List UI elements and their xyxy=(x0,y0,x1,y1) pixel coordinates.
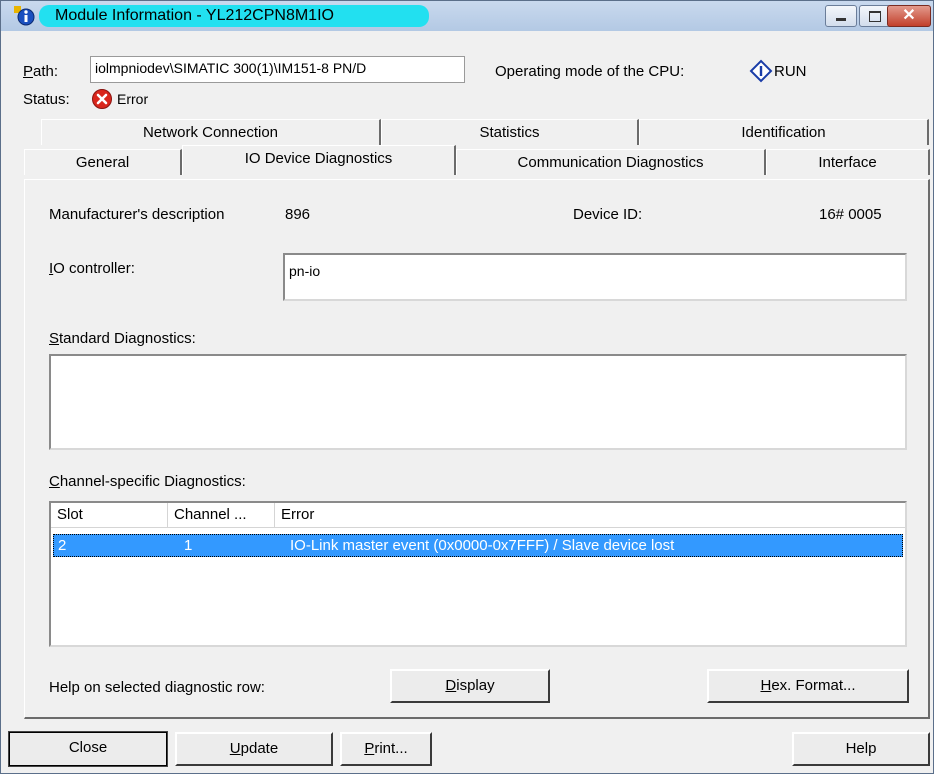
row-error: IO-Link master event (0x0000-0x7FFF) / S… xyxy=(290,537,675,554)
manufacturer-label: Manufacturer's description xyxy=(49,206,225,223)
tab-statistics[interactable]: Statistics xyxy=(381,119,639,145)
table-row[interactable]: 2 1 IO-Link master event (0x0000-0x7FFF)… xyxy=(53,534,903,557)
tab-general[interactable]: General xyxy=(24,149,182,175)
standard-diagnostics-field[interactable] xyxy=(49,354,907,450)
minimize-button[interactable] xyxy=(825,5,857,27)
io-controller-label: IO controller: xyxy=(49,260,135,277)
path-label: Path: xyxy=(23,63,59,80)
module-information-window: Module Information - YL212CPN8M1IO ✕ Pat… xyxy=(0,0,934,774)
help-row-label: Help on selected diagnostic row: xyxy=(49,679,265,696)
run-mode-icon xyxy=(749,59,773,87)
path-field[interactable]: iolmpniodev\SIMATIC 300(1)\IM151-8 PN/D xyxy=(90,56,465,83)
standard-diagnostics-label: Standard Diagnostics: xyxy=(49,330,196,347)
close-button[interactable]: Close xyxy=(8,731,168,767)
channel-diagnostics-label: Channel-specific Diagnostics: xyxy=(49,473,246,490)
maximize-icon xyxy=(869,10,881,22)
column-header-slot[interactable]: Slot xyxy=(51,503,168,527)
tab-io-device-diagnostics[interactable]: IO Device Diagnostics xyxy=(182,145,456,175)
tab-identification[interactable]: Identification xyxy=(639,119,929,145)
hex-format-button[interactable]: Hex. Format... xyxy=(707,669,909,703)
status-value: Error xyxy=(117,91,149,107)
operating-mode-value: RUN xyxy=(774,63,807,80)
help-button[interactable]: Help xyxy=(792,732,930,766)
close-window-button[interactable]: ✕ xyxy=(887,5,931,27)
window-title: Module Information - YL212CPN8M1IO xyxy=(39,5,429,27)
io-controller-field[interactable]: pn-io xyxy=(283,253,907,301)
list-header: Slot Channel ... Error xyxy=(51,503,905,528)
manufacturer-value: 896 xyxy=(285,206,311,223)
minimize-icon xyxy=(836,17,846,21)
tab-interface[interactable]: Interface xyxy=(766,149,930,175)
device-id-value: 16# 0005 xyxy=(819,206,882,223)
channel-diagnostics-list[interactable]: Slot Channel ... Error 2 1 IO-Link maste… xyxy=(49,501,907,647)
error-icon xyxy=(91,88,113,114)
info-icon xyxy=(13,5,35,27)
device-id-label: Device ID: xyxy=(573,206,643,223)
tab-io-device-diagnostics-label: IO Device Diagnostics xyxy=(244,150,393,167)
close-icon: ✕ xyxy=(902,7,916,24)
title-bar[interactable]: Module Information - YL212CPN8M1IO ✕ xyxy=(1,1,933,31)
tab-communication-diagnostics[interactable]: Communication Diagnostics xyxy=(456,149,766,175)
column-header-channel[interactable]: Channel ... xyxy=(168,503,275,527)
row-slot: 2 xyxy=(58,537,67,554)
column-header-error[interactable]: Error xyxy=(275,503,905,527)
status-label: Status: xyxy=(23,91,70,108)
operating-mode-label: Operating mode of the CPU: xyxy=(495,63,685,80)
update-button[interactable]: Update xyxy=(175,732,333,766)
display-button[interactable]: Display xyxy=(390,669,550,703)
row-channel: 1 xyxy=(184,537,193,554)
tab-network-connection[interactable]: Network Connection xyxy=(41,119,381,145)
print-button[interactable]: Print... xyxy=(340,732,432,766)
